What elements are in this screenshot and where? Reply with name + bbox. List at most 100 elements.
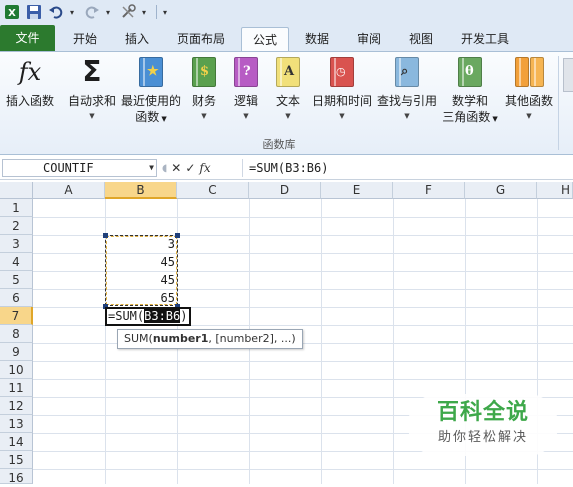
- lookup-dropdown-icon[interactable]: ▼: [376, 109, 438, 123]
- formula-bar-grip-icon: ◖: [162, 162, 168, 174]
- math-trig-dropdown-icon[interactable]: ▼: [490, 115, 497, 123]
- more-functions-button[interactable]: 其他函数 ▼: [502, 55, 556, 123]
- insert-function-icon: fx: [18, 58, 42, 86]
- name-box[interactable]: COUNTIF ▼: [2, 159, 157, 177]
- active-cell-editor[interactable]: =SUM(B3:B6): [105, 307, 191, 326]
- tools-icon[interactable]: [120, 4, 136, 20]
- more-functions-dropdown-icon[interactable]: ▼: [502, 109, 556, 123]
- row-header-1[interactable]: 1: [0, 199, 33, 217]
- column-header-f[interactable]: F: [393, 182, 465, 199]
- recently-used-label2: 函数: [135, 110, 160, 124]
- row-header-14[interactable]: 14: [0, 433, 33, 451]
- autosum-button[interactable]: Σ 自动求和 ▼: [64, 55, 120, 123]
- row-header-6[interactable]: 6: [0, 289, 33, 307]
- column-header-h[interactable]: H: [537, 182, 573, 199]
- math-trig-book-icon: θ: [442, 55, 498, 89]
- quick-access-toolbar: X ▾ ▾ ▾ ▾: [0, 0, 573, 24]
- gridline: [33, 217, 573, 218]
- row-header-11[interactable]: 11: [0, 379, 33, 397]
- text-dropdown-icon[interactable]: ▼: [270, 109, 306, 123]
- tab-home[interactable]: 开始: [60, 27, 110, 51]
- logical-dropdown-icon[interactable]: ▼: [228, 109, 264, 123]
- redo-dropdown-icon[interactable]: ▾: [106, 8, 114, 17]
- date-time-dropdown-icon[interactable]: ▼: [310, 109, 374, 123]
- formula-range-highlight: B3:B6: [144, 309, 181, 323]
- financial-button[interactable]: $ 财务 ▼: [186, 55, 222, 123]
- logical-book-icon: ?: [228, 55, 264, 89]
- row-header-15[interactable]: 15: [0, 451, 33, 469]
- gridline: [33, 343, 573, 344]
- gridline: [33, 379, 573, 380]
- watermark-title: 百科全说: [436, 400, 529, 425]
- autosum-label: 自动求和: [67, 94, 116, 108]
- row-header-13[interactable]: 13: [0, 415, 33, 433]
- formula-input[interactable]: =SUM(B3:B6): [242, 159, 573, 177]
- insert-function-button[interactable]: fx 插入函数: [2, 55, 58, 109]
- row-header-4[interactable]: 4: [0, 253, 33, 271]
- lookup-reference-button[interactable]: ⌕ 查找与引用 ▼: [376, 55, 438, 123]
- function-library-group-label: 函数库: [262, 138, 296, 151]
- column-header-g[interactable]: G: [465, 182, 537, 199]
- text-button[interactable]: A 文本 ▼: [270, 55, 306, 123]
- recently-used-dropdown-icon[interactable]: ▼: [159, 115, 166, 123]
- tab-review[interactable]: 审阅: [345, 27, 393, 51]
- redo-icon[interactable]: [84, 4, 100, 20]
- row-header-16[interactable]: 16: [0, 469, 33, 485]
- tooltip-current-argument: number1: [152, 332, 209, 345]
- tab-formulas[interactable]: 公式: [241, 27, 289, 51]
- tools-dropdown-icon[interactable]: ▾: [142, 8, 150, 17]
- select-all-corner[interactable]: [0, 182, 33, 199]
- cancel-icon[interactable]: ✕: [171, 161, 181, 175]
- undo-dropdown-icon[interactable]: ▾: [70, 8, 78, 17]
- tab-insert[interactable]: 插入: [112, 27, 162, 51]
- ribbon-tabs: 文件 开始 插入 页面布局 公式 数据 审阅 视图 开发工具: [0, 24, 573, 51]
- row-header-3[interactable]: 3: [0, 235, 33, 253]
- range-handle[interactable]: [103, 233, 108, 238]
- tab-page-layout[interactable]: 页面布局: [168, 27, 234, 51]
- row-header-12[interactable]: 12: [0, 397, 33, 415]
- insert-function-label: 插入函数: [5, 94, 54, 108]
- ribbon-group-separator: [558, 56, 559, 150]
- financial-book-icon: $: [186, 55, 222, 89]
- row-header-9[interactable]: 9: [0, 343, 33, 361]
- name-box-dropdown-icon[interactable]: ▼: [149, 160, 154, 176]
- lookup-reference-label: 查找与引用: [376, 94, 437, 108]
- range-handle[interactable]: [175, 233, 180, 238]
- tab-view[interactable]: 视图: [397, 27, 445, 51]
- undo-icon[interactable]: [48, 4, 64, 20]
- sigma-icon: Σ: [82, 55, 102, 88]
- column-header-d[interactable]: D: [249, 182, 321, 199]
- math-trig-button[interactable]: θ 数学和 三角函数 ▼: [442, 55, 498, 127]
- recently-used-label: 最近使用的: [120, 94, 181, 108]
- logical-button[interactable]: ? 逻辑 ▼: [228, 55, 264, 123]
- qat-separator: [156, 5, 157, 19]
- recently-used-button[interactable]: ★ 最近使用的 函数 ▼: [120, 55, 182, 127]
- customize-qat-icon[interactable]: ▾: [163, 8, 171, 17]
- gridline: [33, 361, 573, 362]
- column-header-b[interactable]: B: [105, 182, 177, 199]
- column-header-e[interactable]: E: [321, 182, 393, 199]
- function-argument-tooltip[interactable]: SUM(number1, [number2], ...): [117, 329, 303, 349]
- date-time-button[interactable]: ◷ 日期和时间 ▼: [310, 55, 374, 123]
- row-header-8[interactable]: 8: [0, 325, 33, 343]
- financial-dropdown-icon[interactable]: ▼: [186, 109, 222, 123]
- enter-icon[interactable]: ✓: [185, 161, 195, 175]
- column-header-c[interactable]: C: [177, 182, 249, 199]
- column-header-a[interactable]: A: [33, 182, 105, 199]
- baike-watermark: 百科全说 助你轻松解决: [408, 394, 558, 456]
- autosum-dropdown-icon[interactable]: ▼: [64, 109, 120, 123]
- tab-developer[interactable]: 开发工具: [452, 27, 518, 51]
- insert-function-fx-icon[interactable]: fx: [199, 161, 210, 175]
- tab-file[interactable]: 文件: [0, 25, 55, 51]
- name-manager-partial-icon[interactable]: [563, 58, 573, 92]
- more-functions-books-icon: [502, 55, 556, 89]
- row-header-7[interactable]: 7: [0, 307, 33, 325]
- row-header-10[interactable]: 10: [0, 361, 33, 379]
- tab-data[interactable]: 数据: [293, 27, 341, 51]
- formula-text-suffix: ): [180, 309, 188, 323]
- ribbon-formulas: fx 插入函数 Σ 自动求和 ▼ ★ 最近使用的 函数 ▼ $ 财务 ▼ ? 逻…: [0, 51, 573, 155]
- save-icon[interactable]: [26, 4, 42, 20]
- row-header-2[interactable]: 2: [0, 217, 33, 235]
- row-header-5[interactable]: 5: [0, 271, 33, 289]
- formula-buttons: ◖ ✕ ✓ fx: [162, 159, 238, 177]
